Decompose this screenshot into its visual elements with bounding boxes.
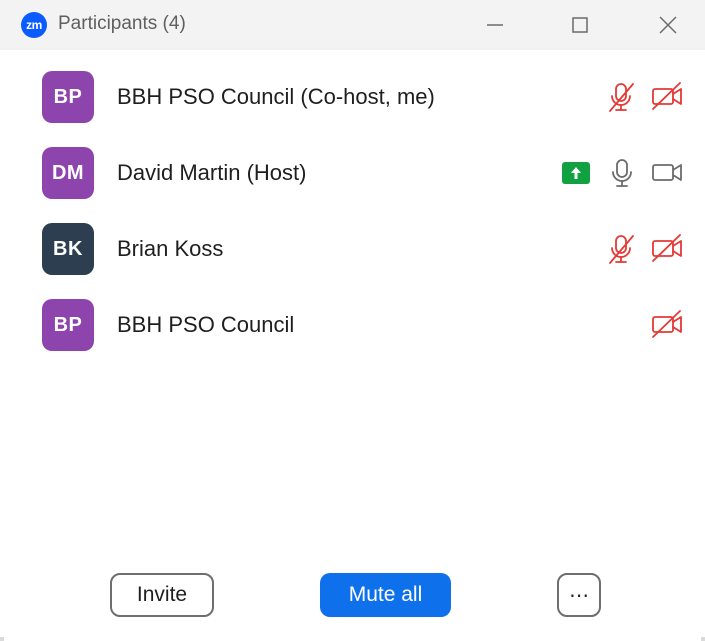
resize-corner[interactable] <box>701 637 705 641</box>
avatar: BK <box>42 223 94 275</box>
video-icon[interactable] <box>650 157 684 187</box>
share-screen-icon <box>562 162 590 184</box>
mic-muted-icon[interactable] <box>606 81 636 113</box>
minimize-button[interactable] <box>472 6 518 44</box>
mic-muted-icon[interactable] <box>606 233 636 265</box>
avatar: BP <box>42 299 94 351</box>
window-title: Participants (4) <box>58 13 186 34</box>
resize-corner <box>0 637 4 641</box>
avatar: BP <box>42 71 94 123</box>
zoom-logo-icon: zm <box>21 12 47 38</box>
video-off-icon[interactable] <box>650 309 684 339</box>
participant-row[interactable]: BP BBH PSO Council <box>0 294 705 356</box>
close-icon <box>659 16 677 34</box>
mic-icon[interactable] <box>608 157 636 189</box>
participant-name: BBH PSO Council <box>117 312 295 337</box>
video-off-icon[interactable] <box>650 233 684 263</box>
maximize-icon <box>572 17 588 33</box>
participant-row[interactable]: DM David Martin (Host) <box>0 142 705 204</box>
avatar: DM <box>42 147 94 199</box>
participant-name: David Martin (Host) <box>117 160 307 185</box>
participant-row[interactable]: BK Brian Koss <box>0 218 705 280</box>
minimize-icon <box>487 24 503 26</box>
maximize-button[interactable] <box>557 6 603 44</box>
mute-all-button[interactable]: Mute all <box>320 573 451 617</box>
participant-row[interactable]: BP BBH PSO Council (Co-host, me) <box>0 66 705 128</box>
close-button[interactable] <box>645 6 691 44</box>
more-options-button[interactable]: ⋯ <box>557 573 601 617</box>
video-off-icon[interactable] <box>650 81 684 111</box>
invite-button[interactable]: Invite <box>110 573 214 617</box>
title-bar: zm Participants (4) <box>0 0 705 50</box>
participant-name: Brian Koss <box>117 236 224 261</box>
participant-name: BBH PSO Council (Co-host, me) <box>117 84 435 109</box>
